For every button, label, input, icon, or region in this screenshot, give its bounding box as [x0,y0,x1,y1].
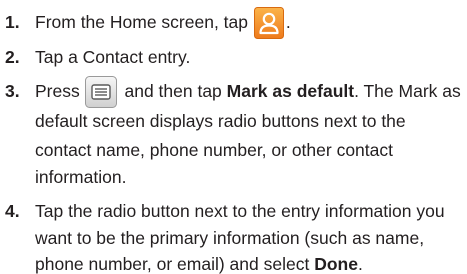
done-label: Done [314,254,358,274]
step-1-number: 1. [5,12,20,32]
step-3-then-tap-text: and then tap [124,81,222,101]
menu-key-icon [84,76,117,109]
step-1-period: . [285,12,291,32]
step-3-line-2: default screen displays radio buttons ne… [35,111,406,131]
step-1-text: From the Home screen, tap [35,12,248,32]
step-3-line-1-tail: . The Mark as [354,81,461,101]
mark-as-default-label: Mark as default [226,81,355,101]
step-3-line-1: Press and then tap Mark as default. The … [35,76,461,109]
step-3-press-text: Press [35,81,80,101]
step-4-line-3: phone number, or email) and select Done. [35,254,363,274]
instruction-list: 1. From the Home screen, tap . 2. Tap a … [0,0,467,274]
step-4-line-1: Tap the radio button next to the entry i… [35,201,445,221]
step-4-period: . [357,254,363,274]
step-2-number: 2. [5,47,20,67]
contacts-app-icon [253,7,284,40]
step-4-line-3-text: phone number, or email) and select [35,254,310,274]
step-4-number: 4. [5,201,20,221]
step-3-number: 3. [5,81,20,101]
step-3-line-3: contact name, phone number, or other con… [35,140,393,160]
step-4-line-2: want to be the primary information (such… [35,228,425,248]
step-3-line-4: information. [35,167,127,187]
step-2-line: Tap a Contact entry. [35,47,191,67]
step-1-line: From the Home screen, tap . [35,7,291,40]
